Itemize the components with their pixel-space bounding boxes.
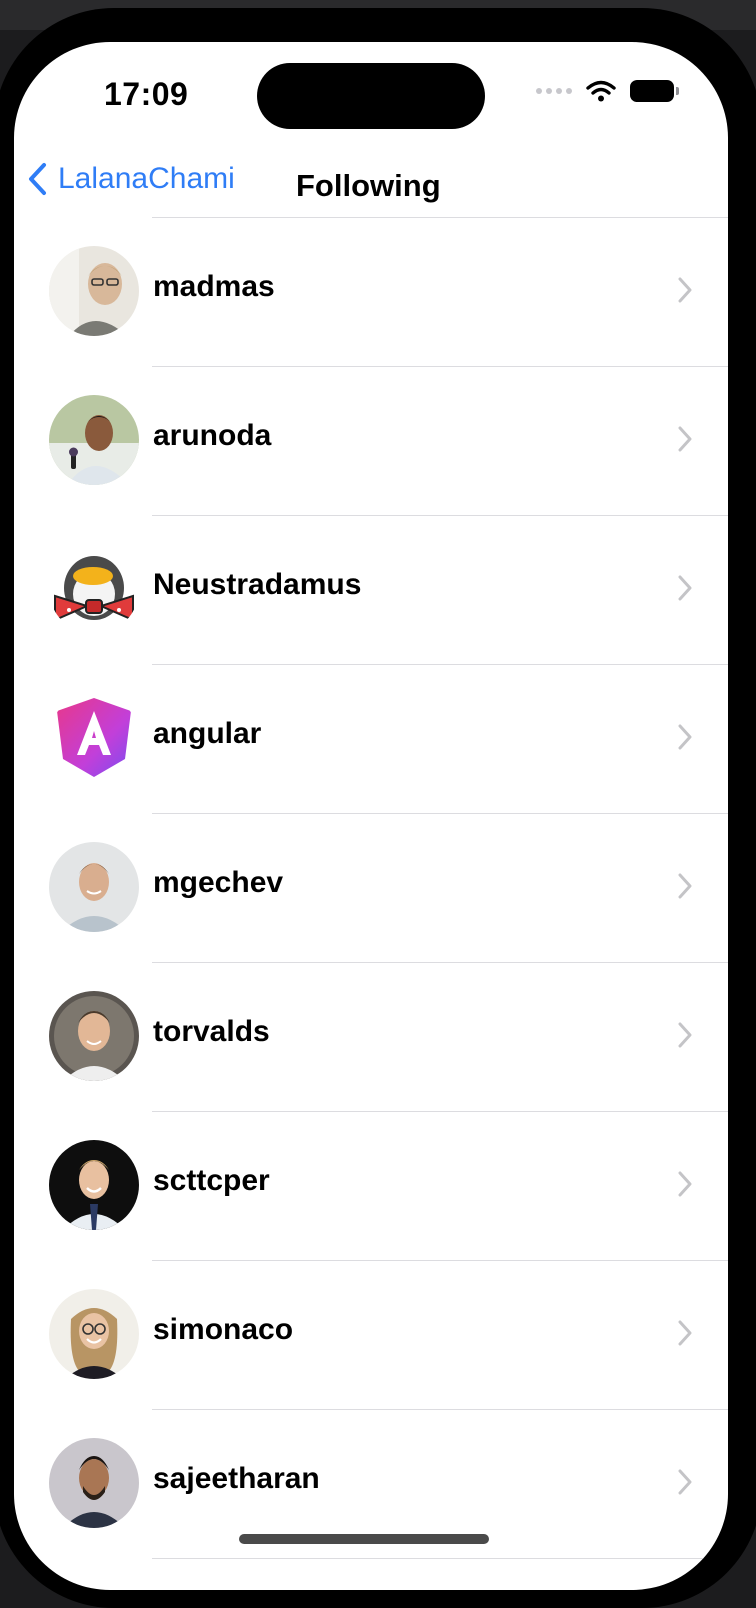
chevron-left-icon	[29, 163, 46, 195]
user-avatar	[49, 1289, 139, 1379]
chevron-right-icon	[678, 1469, 692, 1495]
username: Neustradamus	[153, 568, 362, 601]
back-button-label: LalanaChami	[58, 162, 235, 195]
chevron-right-icon	[678, 724, 692, 750]
username: simonaco	[153, 1313, 294, 1346]
status-time: 17:09	[104, 76, 189, 112]
username: arunoda	[153, 419, 272, 452]
chevron-right-icon	[678, 575, 692, 601]
user-avatar	[49, 1140, 139, 1230]
row-separator	[152, 1558, 728, 1559]
cellular-signal-icon	[536, 88, 572, 94]
username: sajeetharan	[153, 1462, 320, 1495]
user-avatar	[49, 693, 139, 783]
page-title: Following	[296, 168, 441, 203]
list-item[interactable]: arunoda	[14, 367, 728, 516]
back-button[interactable]: LalanaChami	[28, 162, 235, 196]
list-item[interactable]: angular	[14, 665, 728, 814]
user-avatar	[49, 246, 139, 336]
username: scttcper	[153, 1164, 270, 1197]
username: angular	[153, 717, 262, 750]
chevron-right-icon	[678, 277, 692, 303]
list-item[interactable]: torvalds	[14, 963, 728, 1112]
chevron-right-icon	[678, 1022, 692, 1048]
username: mgechev	[153, 866, 284, 899]
list-item[interactable]: Neustradamus	[14, 516, 728, 665]
list-item[interactable]: simonaco	[14, 1261, 728, 1410]
navigation-bar: LalanaChami Following	[14, 152, 728, 220]
battery-icon	[630, 80, 679, 102]
list-item[interactable]: mgechev	[14, 814, 728, 963]
phone-screen: 17:09 LalanaChami Following madmas aruno…	[14, 42, 728, 1590]
chevron-right-icon	[678, 1320, 692, 1346]
user-avatar	[49, 544, 139, 634]
phone-frame: 17:09 LalanaChami Following madmas aruno…	[0, 8, 756, 1608]
status-indicators	[536, 80, 679, 102]
list-item[interactable]: scttcper	[14, 1112, 728, 1261]
list-item[interactable]: madmas	[14, 218, 728, 367]
user-avatar	[49, 842, 139, 932]
username: madmas	[153, 270, 275, 303]
wifi-icon	[586, 80, 616, 102]
chevron-right-icon	[678, 1171, 692, 1197]
username: torvalds	[153, 1015, 270, 1048]
dynamic-island	[257, 63, 485, 129]
user-avatar	[49, 395, 139, 485]
chevron-right-icon	[678, 426, 692, 452]
chevron-right-icon	[678, 873, 692, 899]
following-list: madmas arunoda Neustradamus angular mgec…	[14, 218, 728, 1559]
home-indicator[interactable]	[239, 1534, 489, 1544]
user-avatar	[49, 1438, 139, 1528]
user-avatar	[49, 991, 139, 1081]
